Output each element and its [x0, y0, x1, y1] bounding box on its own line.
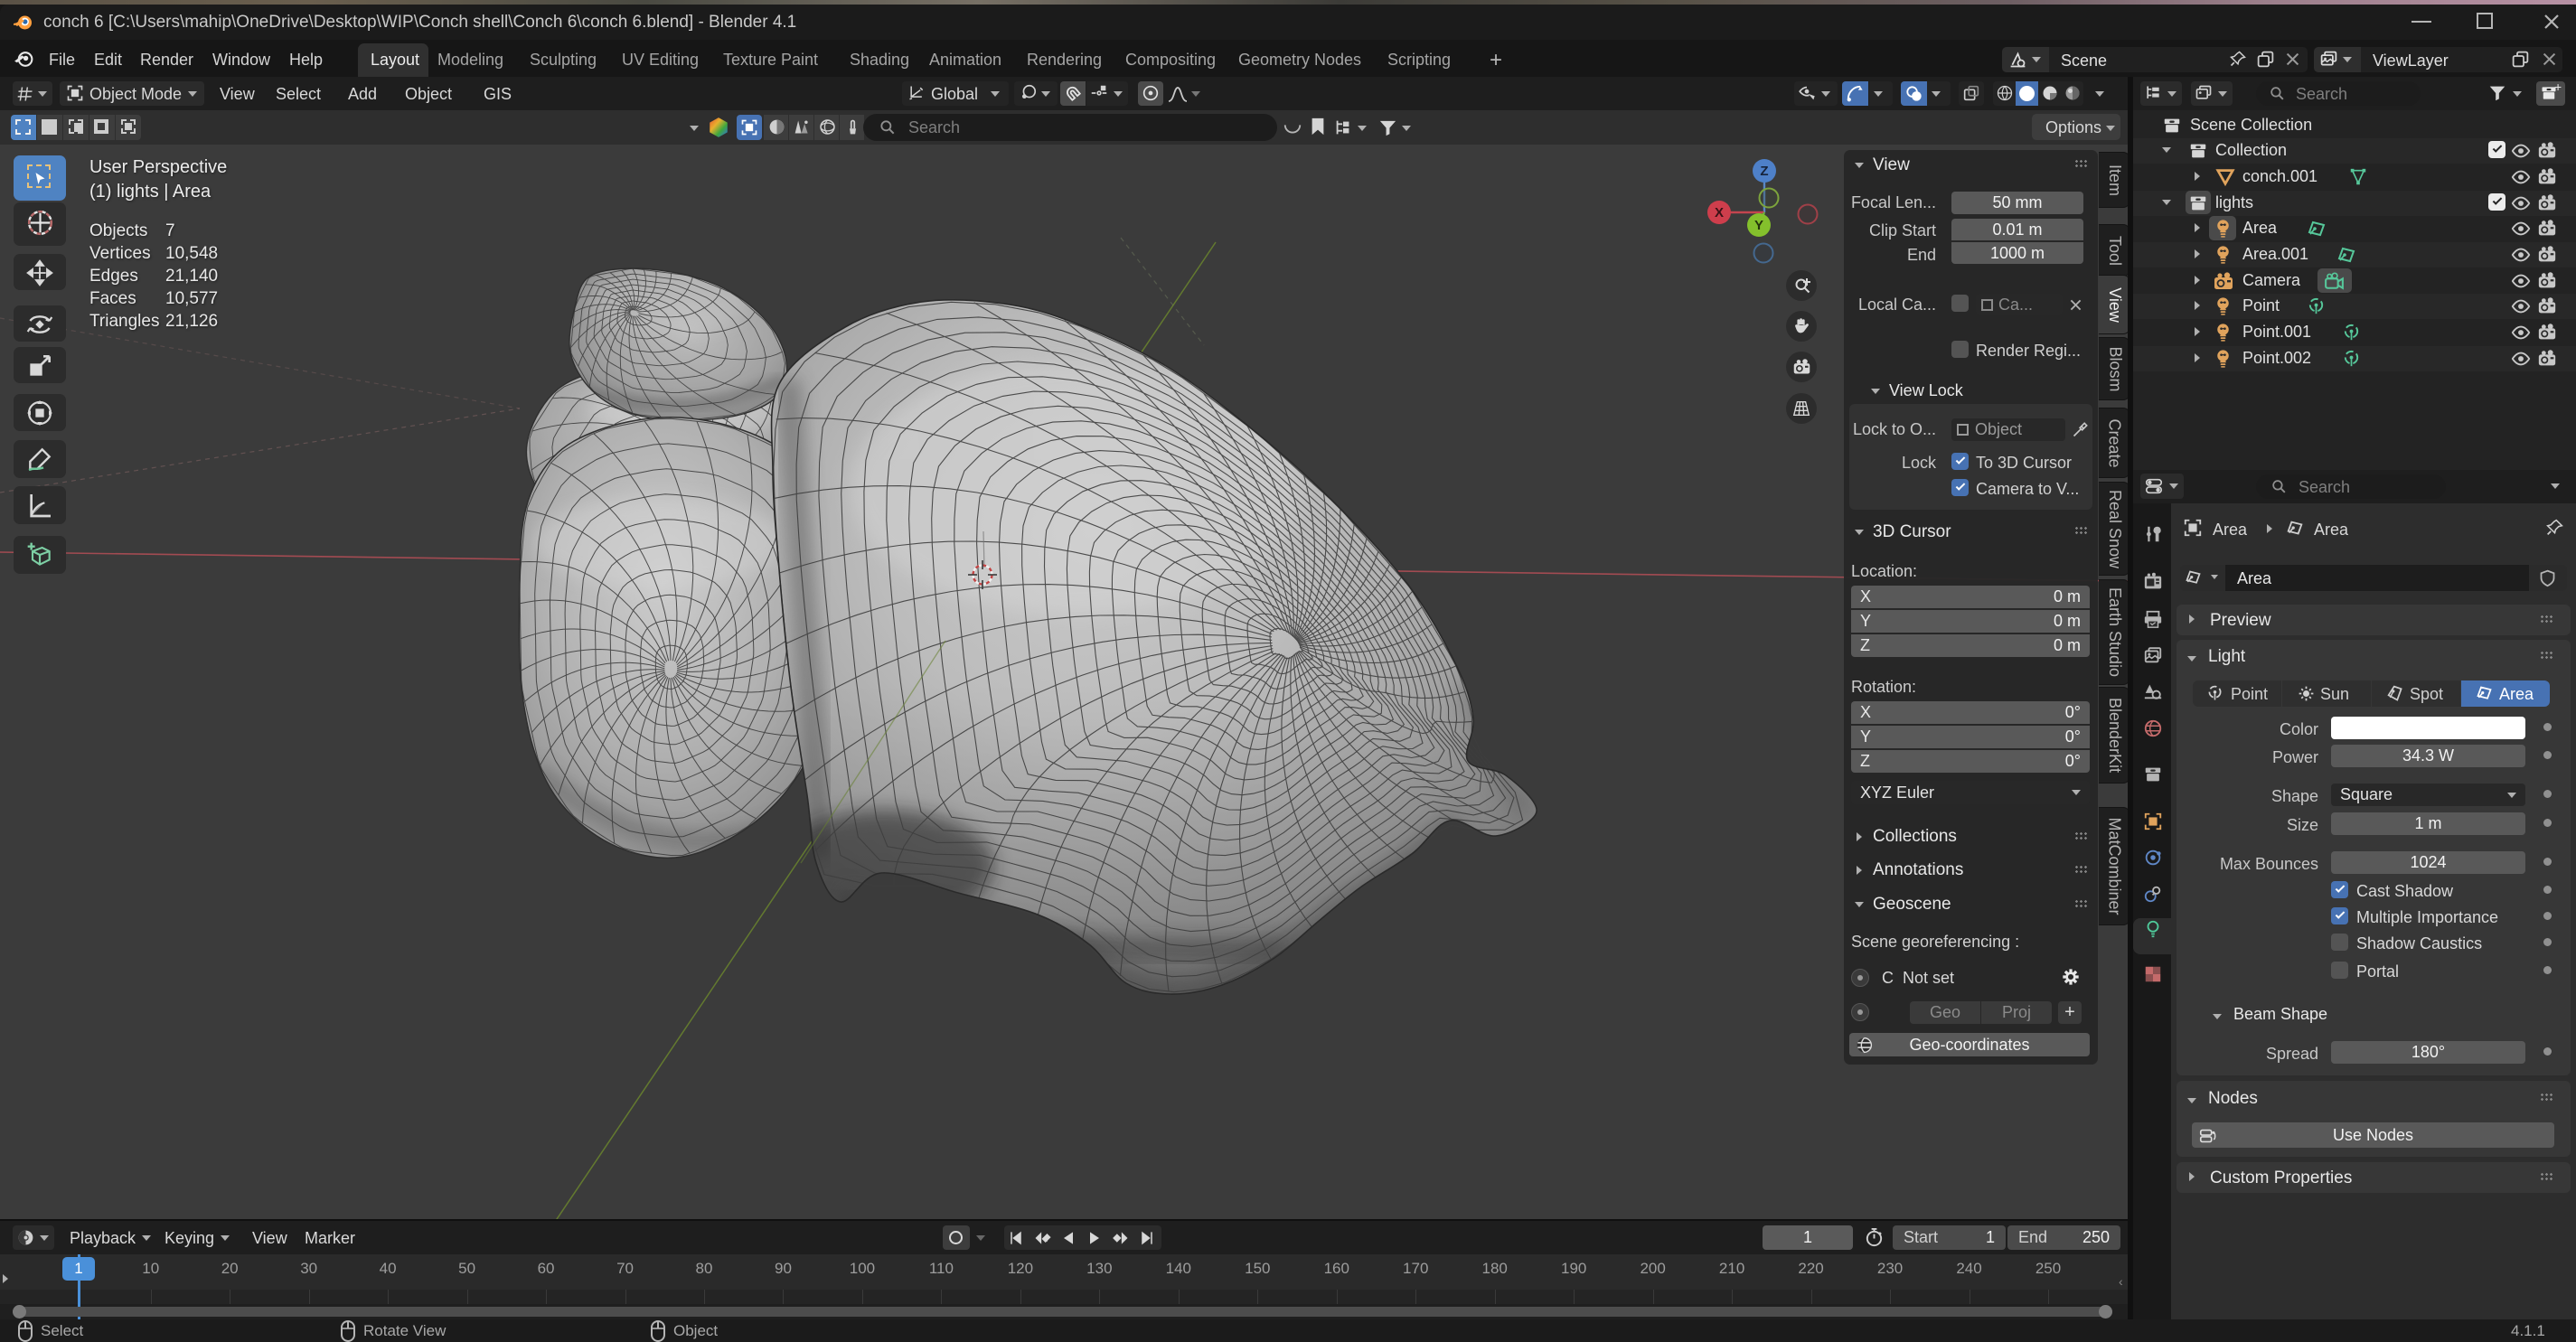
svg-text:Z: Z — [1760, 164, 1768, 179]
svg-text:X: X — [1715, 205, 1724, 221]
